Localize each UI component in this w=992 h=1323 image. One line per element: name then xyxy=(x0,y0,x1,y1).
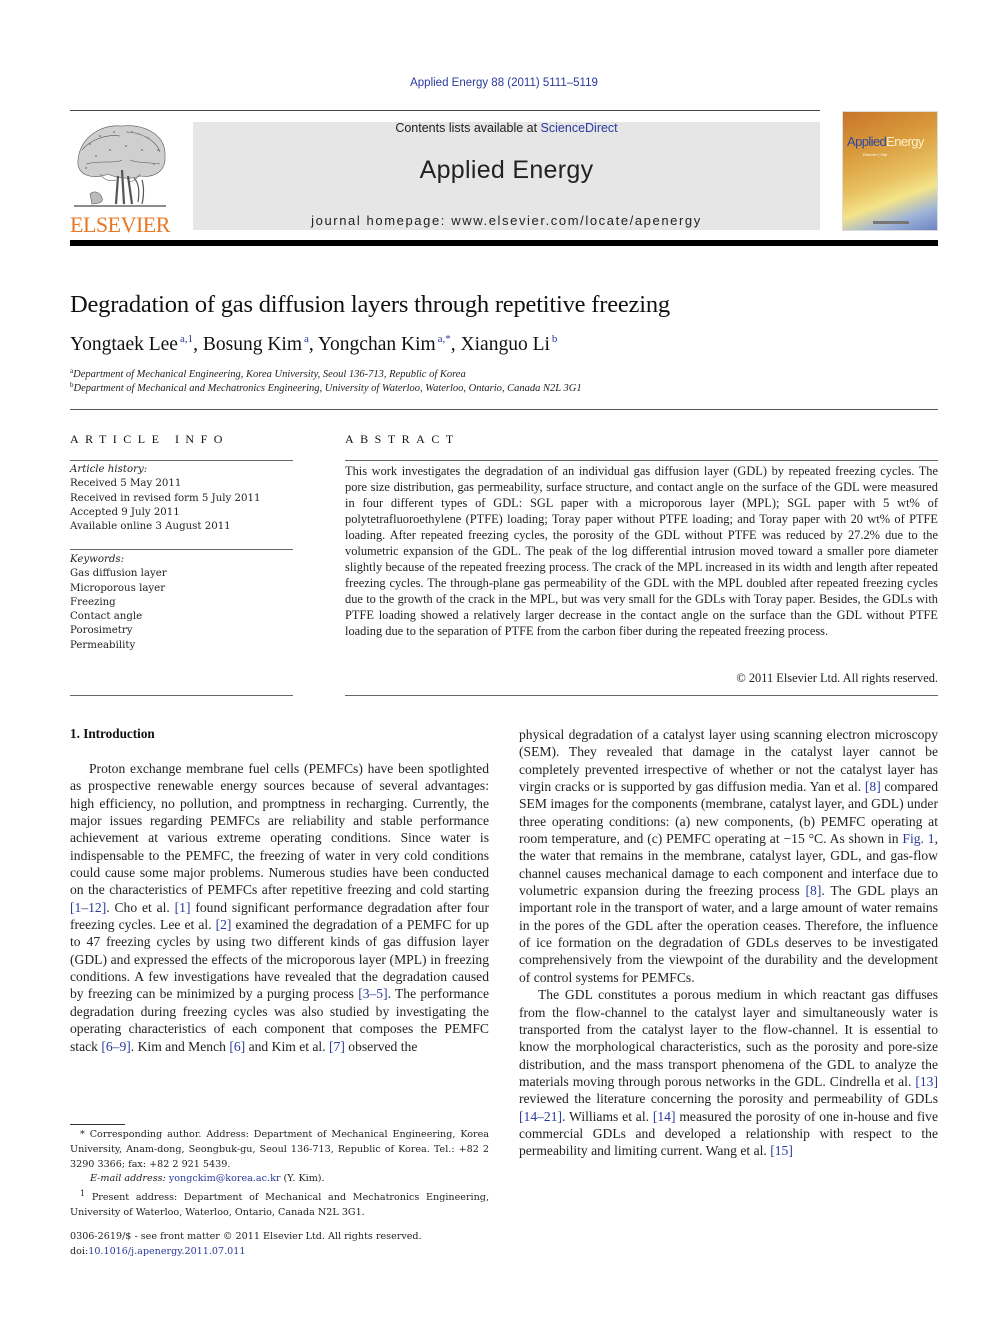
affiliation-text: Department of Mechanical Engineering, Ko… xyxy=(73,369,466,380)
journal-citation-link[interactable]: Applied Energy 88 (2011) 5111–5119 xyxy=(0,77,992,89)
contents-available-line: Contents lists available at ScienceDirec… xyxy=(193,121,820,135)
footnote-mark: 1 xyxy=(80,1189,86,1199)
citation-link[interactable]: [3–5] xyxy=(358,986,387,1001)
author-list: Yongtaek Lee a,1, Bosung Kim a, Yongchan K… xyxy=(70,333,558,355)
doi-label: doi: xyxy=(70,1245,89,1257)
journal-title: Applied Energy xyxy=(419,156,594,184)
journal-homepage-line: journal homepage: www.elsevier.com/locat… xyxy=(193,213,820,228)
citation-link[interactable]: [8] xyxy=(806,883,822,898)
keyword: Porosimetry xyxy=(70,625,133,637)
footnotes: * Corresponding author. Address: Departm… xyxy=(70,1128,489,1221)
journal-cover-thumbnail[interactable]: AppliedEnergy Elsevier | Yan xyxy=(842,111,938,231)
author[interactable]: Bosung Kim a xyxy=(202,333,309,355)
article-info-heading: ARTICLE INFO xyxy=(70,432,229,446)
contents-prefix: Contents lists available at xyxy=(395,121,541,135)
email-link[interactable]: yongckim@korea.ac.kr xyxy=(169,1173,281,1184)
author-affiliation-mark[interactable]: a,* xyxy=(438,333,451,345)
citation-link[interactable]: [7] xyxy=(329,1039,345,1054)
doi-link[interactable]: 10.1016/j.apenergy.2011.07.011 xyxy=(88,1246,245,1257)
author-name: Yongchan Kim xyxy=(317,334,436,355)
citation-link[interactable]: [8] xyxy=(865,779,881,794)
citation-link[interactable]: [6–9] xyxy=(101,1039,130,1054)
history-item: Available online 3 August 2011 xyxy=(70,521,231,533)
section-heading-introduction: 1. Introduction xyxy=(70,726,155,741)
divider xyxy=(70,695,293,696)
front-matter: 0306-2619/$ - see front matter © 2011 El… xyxy=(70,1230,489,1260)
citation-link[interactable]: [14] xyxy=(653,1109,676,1124)
author-name: Bosung Kim xyxy=(202,334,302,355)
doi-line: doi:10.1016/j.apenergy.2011.07.011 xyxy=(70,1245,489,1260)
citation-link[interactable]: [1] xyxy=(175,900,191,915)
citation-link[interactable]: [15] xyxy=(770,1143,793,1158)
elsevier-wordmark: ELSEVIER xyxy=(70,212,170,237)
body-column-right: physical degradation of a catalyst layer… xyxy=(519,726,938,1160)
keyword: Gas diffusion layer xyxy=(70,568,167,580)
footnote-mark: * xyxy=(80,1129,85,1140)
author-affiliation-mark[interactable]: b xyxy=(552,333,558,345)
footnote-present-address: 1 Present address: Department of Mechani… xyxy=(70,1187,489,1221)
divider xyxy=(345,460,938,461)
citation-link[interactable]: [1–12] xyxy=(70,900,106,915)
paragraph: Proton exchange membrane fuel cells (PEM… xyxy=(70,761,490,1054)
affiliation-a: aDepartment of Mechanical Engineering, K… xyxy=(70,367,466,380)
author[interactable]: Yongtaek Lee a,1 xyxy=(70,333,193,355)
citation-link[interactable]: Fig. 1 xyxy=(902,831,934,846)
author-affiliation-mark[interactable]: a,1 xyxy=(180,333,193,345)
homepage-url-link[interactable]: www.elsevier.com/locate/apenergy xyxy=(451,213,702,228)
author[interactable]: Yongchan Kim a,* xyxy=(317,333,451,355)
body-column-left: Proton exchange membrane fuel cells (PEM… xyxy=(70,760,489,1055)
sciencedirect-link[interactable]: ScienceDirect xyxy=(541,121,618,135)
author-affiliation-mark[interactable]: a xyxy=(304,333,309,345)
abstract-text: This work investigates the degradation o… xyxy=(345,464,938,638)
paragraph: physical degradation of a catalyst layer… xyxy=(519,727,939,985)
article-title: Degradation of gas diffusion layers thro… xyxy=(70,291,670,318)
keyword: Microporous layer xyxy=(70,582,166,594)
email-suffix: (Y. Kim). xyxy=(280,1173,325,1185)
history-item: Accepted 9 July 2011 xyxy=(70,506,180,518)
header-divider xyxy=(70,110,820,111)
citation-link[interactable]: [2] xyxy=(216,917,232,932)
affiliation-text: Department of Mechanical and Mechatronic… xyxy=(73,383,582,394)
footnote-email: E-mail address: yongckim@korea.ac.kr (Y.… xyxy=(70,1172,489,1187)
citation-link[interactable]: [13] xyxy=(915,1074,938,1089)
history-item: Received in revised form 5 July 2011 xyxy=(70,492,261,504)
keywords-label: Keywords: xyxy=(70,554,125,565)
abstract-copyright: © 2011 Elsevier Ltd. All rights reserved… xyxy=(736,671,938,685)
author-name: Xianguo Li xyxy=(460,334,550,355)
divider xyxy=(345,695,938,696)
email-label: E-mail address: xyxy=(90,1173,166,1185)
cover-publisher-mark xyxy=(873,221,909,224)
keyword: Permeability xyxy=(70,639,136,651)
keyword: Freezing xyxy=(70,596,116,608)
header-thick-rule xyxy=(70,240,938,246)
cover-title-part1: Applied xyxy=(847,134,887,149)
footnote-text: Corresponding author. Address: Departmen… xyxy=(70,1129,489,1170)
citation-link[interactable]: [14–21] xyxy=(519,1109,562,1124)
homepage-prefix: journal homepage: xyxy=(311,213,452,228)
history-label: Article history: xyxy=(70,464,148,475)
footnote-text: Present address: Department of Mechanica… xyxy=(70,1192,489,1219)
keyword: Contact angle xyxy=(70,611,143,623)
keywords-list: Keywords: Gas diffusion layer Microporou… xyxy=(70,553,300,653)
article-history: Article history: Received 5 May 2011 Rec… xyxy=(70,463,300,534)
cover-title: AppliedEnergy xyxy=(847,134,924,149)
divider xyxy=(70,460,293,461)
author[interactable]: Xianguo Li b xyxy=(460,333,558,355)
title-block-divider xyxy=(70,409,938,410)
author-name: Yongtaek Lee xyxy=(70,334,178,355)
affiliation-b: bDepartment of Mechanical and Mechatroni… xyxy=(70,381,582,394)
footnote-divider xyxy=(70,1124,125,1125)
citation-link[interactable]: [6] xyxy=(229,1039,245,1054)
cover-title-part2: Energy xyxy=(886,134,924,149)
abstract-heading: ABSTRACT xyxy=(345,432,460,446)
front-matter-text: 0306-2619/$ - see front matter © 2011 El… xyxy=(70,1231,422,1242)
footnote-corresponding: * Corresponding author. Address: Departm… xyxy=(70,1128,489,1172)
tree-icon xyxy=(70,120,170,212)
divider xyxy=(70,549,293,550)
cover-subtitle: Elsevier | Yan xyxy=(863,152,888,157)
history-item: Received 5 May 2011 xyxy=(70,478,182,490)
paragraph: The GDL constitutes a porous medium in w… xyxy=(519,987,938,1159)
